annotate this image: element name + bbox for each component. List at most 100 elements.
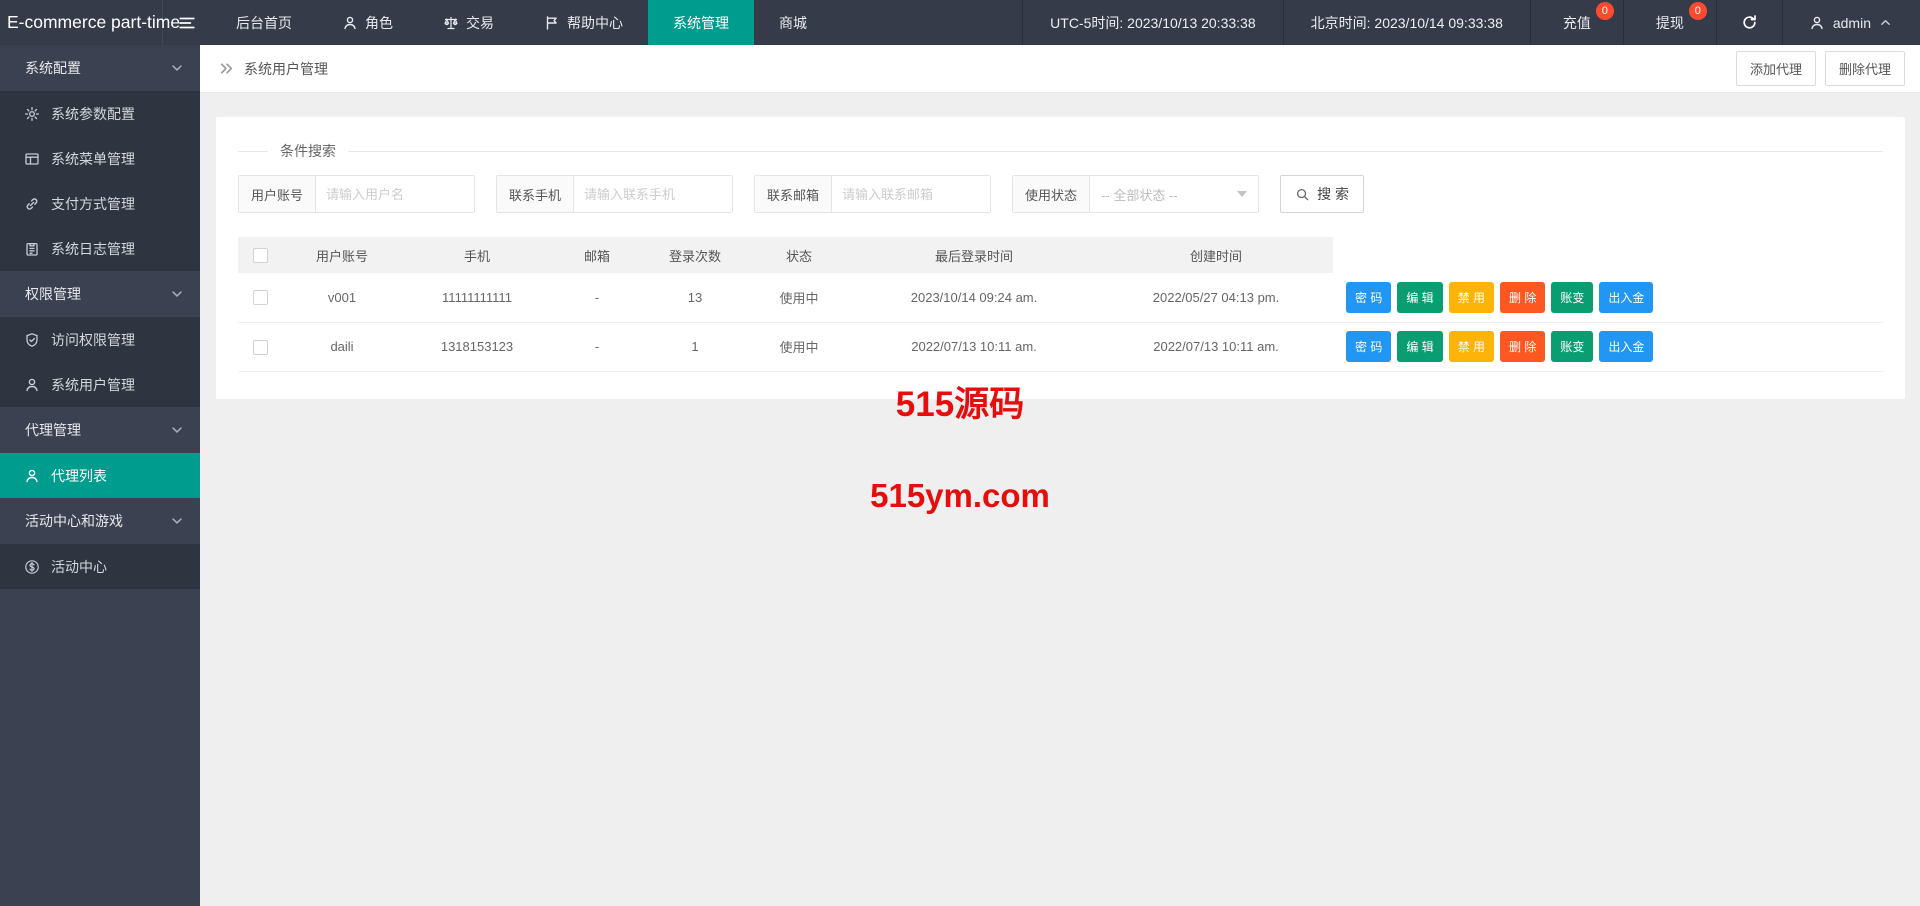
- add-agent-button[interactable]: 添加代理: [1735, 51, 1816, 86]
- refresh-icon: [1741, 14, 1758, 31]
- nav-item-label: 帮助中心: [567, 14, 623, 31]
- sidebar-section-items: 代理列表: [0, 453, 200, 498]
- status-filter-label: 使用状态: [1013, 176, 1091, 212]
- nav-item-label: 后台首页: [236, 14, 292, 31]
- recharge-label: 充值: [1562, 14, 1591, 31]
- chevron-up-icon: [1879, 16, 1892, 29]
- sidebar-item-system-log[interactable]: 系统日志管理: [0, 226, 200, 271]
- card: 条件搜索 用户账号 联系手机 联系邮箱 使用状态 -- 全部状态 --: [216, 117, 1905, 399]
- sidebar-item-label: 系统日志管理: [51, 240, 135, 257]
- sidebar-item-system-user[interactable]: 系统用户管理: [0, 362, 200, 407]
- nav-item-role[interactable]: 角色: [317, 0, 418, 45]
- row-action-funds[interactable]: 出入金: [1599, 281, 1654, 313]
- sidebar-item-payment-method[interactable]: 支付方式管理: [0, 181, 200, 226]
- cell-email: -: [553, 322, 641, 372]
- cell-status: 使用中: [749, 273, 849, 323]
- sidebar-section-activity[interactable]: 活动中心和游戏: [0, 498, 200, 544]
- search-fieldset: 条件搜索 用户账号 联系手机 联系邮箱 使用状态 -- 全部状态 --: [238, 141, 1883, 213]
- sidebar-item-agent-list[interactable]: 代理列表: [0, 453, 200, 498]
- sidebar-toggle-button[interactable]: [163, 0, 211, 45]
- column-header: 状态: [749, 237, 849, 273]
- user-menu[interactable]: admin: [1781, 0, 1920, 45]
- withdraw-button[interactable]: 提现 0: [1622, 0, 1716, 45]
- row-action-delete[interactable]: 删 除: [1500, 331, 1546, 362]
- chevron-down-icon: [170, 514, 184, 528]
- column-header: 登录次数: [641, 237, 749, 273]
- nav-item-label: 系统管理: [673, 14, 729, 31]
- navbar-right: UTC-5时间: 2023/10/13 20:33:38 北京时间: 2023/…: [1022, 0, 1920, 45]
- row-action-disable[interactable]: 禁 用: [1448, 281, 1495, 313]
- beijing-time: 北京时间: 2023/10/14 09:33:38: [1282, 0, 1530, 45]
- cell-last_login: 2023/10/14 09:24 am.: [849, 273, 1099, 323]
- row-checkbox[interactable]: [253, 339, 268, 355]
- cell-checkbox: [238, 322, 283, 372]
- search-label-account: 用户账号: [239, 176, 317, 212]
- gear-icon: [24, 106, 40, 122]
- sidebar-section-items: 访问权限管理 系统用户管理: [0, 317, 200, 407]
- recharge-badge: 0: [1595, 2, 1614, 20]
- sidebar: 系统配置 系统参数配置 系统菜单管理 支付方式管理系统日志管理权限管理访问权限管理 系统…: [0, 45, 200, 906]
- search-input-email[interactable]: [832, 176, 991, 212]
- cell-phone: 11111111111: [401, 273, 553, 323]
- column-header: 手机: [401, 237, 553, 273]
- person-icon: [342, 15, 358, 31]
- nav-item-home[interactable]: 后台首页: [211, 0, 317, 45]
- status-select-value: -- 全部状态 --: [1101, 187, 1178, 203]
- sidebar-item-access-permission[interactable]: 访问权限管理: [0, 317, 200, 362]
- cell-phone: 1318153123: [401, 322, 553, 372]
- select-all-checkbox[interactable]: [253, 248, 268, 264]
- row-action-edit[interactable]: 编 辑: [1397, 331, 1443, 362]
- cell-actions: 密 码编 辑禁 用删 除账变 出入金: [1333, 273, 1883, 323]
- withdraw-label: 提现: [1655, 14, 1684, 31]
- sidebar-section-agent[interactable]: 代理管理: [0, 407, 200, 453]
- row-action-password[interactable]: 密 码: [1346, 331, 1392, 362]
- search-input-account[interactable]: [316, 176, 475, 212]
- delete-agent-button[interactable]: 删除代理: [1824, 51, 1905, 86]
- row-action-disable[interactable]: 禁 用: [1448, 331, 1495, 362]
- sidebar-item-activity-center[interactable]: 活动中心: [0, 544, 200, 589]
- sidebar-section-label: 权限管理: [25, 286, 81, 302]
- nav-item-mall[interactable]: 商城: [754, 0, 832, 45]
- users-table: 用户账号 手机 邮箱 登录次数 状态 最后登录时间 创建时间 v001 11111111111…: [238, 237, 1883, 372]
- sidebar-section-permission[interactable]: 权限管理: [0, 271, 200, 317]
- window-icon: [24, 151, 40, 167]
- status-filter-group: 使用状态 -- 全部状态 --: [1012, 175, 1260, 213]
- table-row: v001 11111111111-13 使用中 2023/10/14 09:24 am…: [238, 273, 1883, 323]
- nav-item-help[interactable]: 帮助中心: [519, 0, 648, 45]
- row-action-edit[interactable]: 编 辑: [1397, 281, 1443, 313]
- cell-logins: 1: [641, 322, 749, 372]
- cell-account: daili: [283, 322, 401, 372]
- sidebar-item-system-params[interactable]: 系统参数配置: [0, 91, 200, 136]
- double-chevron-right-icon: [218, 60, 235, 77]
- page-actions: 添加代理 删除代理: [1735, 51, 1905, 86]
- clipboard-icon: [24, 241, 40, 257]
- search-group-account: 用户账号: [238, 175, 476, 213]
- sidebar-section-label: 代理管理: [25, 422, 81, 438]
- breadcrumb: 系统用户管理: [218, 59, 328, 79]
- cell-created: 2022/07/13 10:11 am.: [1099, 322, 1333, 372]
- search-button[interactable]: 搜 索: [1280, 175, 1364, 213]
- row-action-account-change[interactable]: 账变: [1551, 281, 1594, 313]
- row-checkbox[interactable]: [253, 290, 268, 306]
- select-caret-icon: [1237, 191, 1248, 197]
- sidebar-section-system-config[interactable]: 系统配置: [0, 45, 200, 91]
- refresh-button[interactable]: [1715, 0, 1782, 45]
- sidebar-item-system-menu[interactable]: 系统菜单管理: [0, 136, 200, 181]
- utc-time: UTC-5时间: 2023/10/13 20:33:38: [1022, 0, 1282, 45]
- search-input-phone[interactable]: [574, 176, 733, 212]
- sidebar-section-items: 活动中心: [0, 544, 200, 589]
- search-label-email: 联系邮箱: [755, 176, 833, 212]
- recharge-button[interactable]: 充值 0: [1529, 0, 1623, 45]
- sidebar-item-label: 代理列表: [51, 467, 107, 484]
- status-select[interactable]: -- 全部状态 --: [1090, 176, 1258, 212]
- dollar-icon: [24, 559, 40, 575]
- row-action-account-change[interactable]: 账变: [1551, 331, 1594, 362]
- row-action-delete[interactable]: 删 除: [1500, 281, 1546, 313]
- nav-item-trade[interactable]: 交易: [418, 0, 519, 45]
- row-action-funds[interactable]: 出入金: [1599, 331, 1654, 362]
- search-fields: 用户账号 联系手机 联系邮箱: [238, 175, 992, 213]
- withdraw-badge: 0: [1688, 2, 1707, 20]
- column-header: 最后登录时间: [849, 237, 1099, 273]
- row-action-password[interactable]: 密 码: [1346, 281, 1392, 313]
- nav-item-system[interactable]: 系统管理: [648, 0, 754, 45]
